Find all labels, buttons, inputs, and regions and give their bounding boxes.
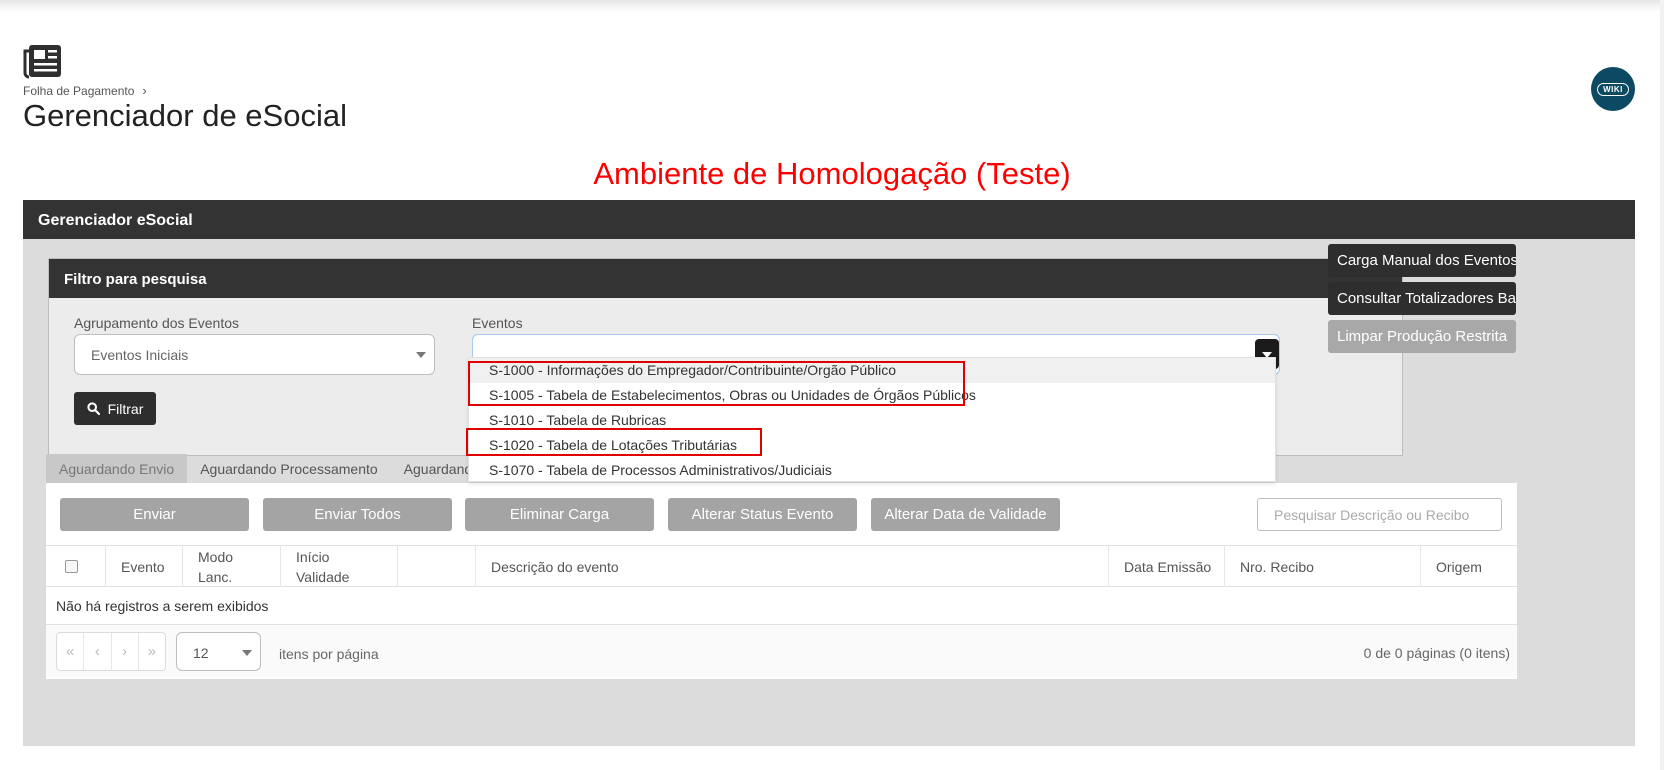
delete-load-button[interactable]: Eliminar Carga (465, 498, 654, 531)
tab-aguardando-processamento[interactable]: Aguardando Processamento (187, 454, 390, 484)
side-actions: Carga Manual dos Eventos Consultar Total… (1328, 244, 1516, 358)
col-inicio-validade[interactable]: Início Validade (280, 546, 397, 587)
page-scrollbar[interactable] (1660, 0, 1664, 770)
col-blank (397, 546, 475, 587)
col-modo-lanc-label: Modo Lanc. (198, 548, 234, 585)
filter-button-label: Filtrar (107, 400, 144, 417)
breadcrumb: Folha de Pagamento › (23, 83, 147, 98)
col-modo-lanc[interactable]: Modo Lanc. (182, 546, 280, 587)
pager-nav: « ‹ › » (56, 632, 166, 671)
status-tabs: Aguardando Envio Aguardando Processament… (46, 454, 479, 484)
clear-restricted-production-button[interactable]: Limpar Produção Restrita (1328, 320, 1516, 353)
last-page-button[interactable]: » (139, 633, 165, 670)
consult-totalizers-button[interactable]: Consultar Totalizadores Base (1328, 282, 1516, 315)
col-evento[interactable]: Evento (105, 546, 182, 587)
chevron-right-icon: › (142, 83, 147, 98)
change-event-status-button[interactable]: Alterar Status Evento (668, 498, 857, 531)
event-option-s1000[interactable]: S-1000 - Informações do Empregador/Contr… (469, 358, 1275, 383)
main-panel-title: Gerenciador eSocial (23, 200, 1635, 239)
tab-aguardando-c[interactable]: Aguardando C (391, 454, 479, 484)
event-option-s1020[interactable]: S-1020 - Tabela de Lotações Tributárias (469, 433, 1275, 458)
col-descricao[interactable]: Descrição do evento (475, 546, 1108, 587)
page-size-select[interactable]: 12 (176, 632, 261, 671)
caret-down-icon (416, 352, 426, 358)
col-inicio-validade-label: Início Validade (296, 548, 350, 585)
next-page-button[interactable]: › (112, 633, 139, 670)
grouping-select[interactable]: Eventos Iniciais (74, 334, 435, 375)
event-option-s1010[interactable]: S-1010 - Tabela de Rubricas (469, 408, 1275, 433)
per-page-label: itens por página (279, 646, 379, 662)
send-all-button[interactable]: Enviar Todos (263, 498, 452, 531)
grouping-select-value: Eventos Iniciais (91, 347, 189, 363)
pager: « ‹ › » 12 itens por página 0 de 0 págin… (46, 624, 1517, 678)
col-nro-recibo[interactable]: Nro. Recibo (1224, 546, 1420, 587)
events-dropdown-list: S-1000 - Informações do Empregador/Contr… (468, 357, 1276, 482)
page-info: 0 de 0 páginas (0 itens) (1363, 645, 1510, 661)
select-all-checkbox[interactable] (65, 560, 78, 573)
top-shadow (0, 0, 1664, 12)
event-option-s1005[interactable]: S-1005 - Tabela de Estabelecimentos, Obr… (469, 383, 1275, 408)
environment-banner: Ambiente de Homologação (Teste) (593, 156, 1071, 191)
event-option-s1070[interactable]: S-1070 - Tabela de Processos Administrat… (469, 458, 1275, 483)
breadcrumb-item-folha[interactable]: Folha de Pagamento (23, 84, 134, 98)
search-input[interactable] (1257, 498, 1502, 531)
newspaper-icon (23, 43, 63, 79)
tab-aguardando-envio[interactable]: Aguardando Envio (46, 454, 188, 484)
col-origem[interactable]: Origem (1420, 546, 1517, 587)
page-title: Gerenciador de eSocial (23, 98, 347, 133)
grouping-label: Agrupamento dos Eventos (74, 315, 239, 331)
filter-panel-title: Filtro para pesquisa (49, 259, 1402, 298)
col-data-emissao[interactable]: Data Emissão (1108, 546, 1224, 587)
select-all-cell (46, 546, 105, 587)
manual-load-button[interactable]: Carga Manual dos Eventos (1328, 244, 1516, 277)
send-button[interactable]: Enviar (60, 498, 249, 531)
change-validity-date-button[interactable]: Alterar Data de Validade (871, 498, 1060, 531)
table-header: Evento Modo Lanc. Início Validade Descri… (46, 545, 1517, 587)
first-page-button[interactable]: « (57, 633, 85, 670)
search-icon (87, 402, 100, 415)
empty-message: Não há registros a serem exibidos (56, 598, 269, 614)
filter-button[interactable]: Filtrar (74, 392, 156, 425)
prev-page-button[interactable]: ‹ (84, 633, 112, 670)
page-size-value: 12 (193, 645, 209, 661)
caret-down-icon (242, 650, 252, 656)
wiki-label: WIKI (1597, 82, 1629, 96)
wiki-button[interactable]: WIKI (1591, 67, 1635, 111)
events-grid-panel: Enviar Enviar Todos Eliminar Carga Alter… (46, 483, 1517, 679)
events-label: Eventos (472, 315, 523, 331)
